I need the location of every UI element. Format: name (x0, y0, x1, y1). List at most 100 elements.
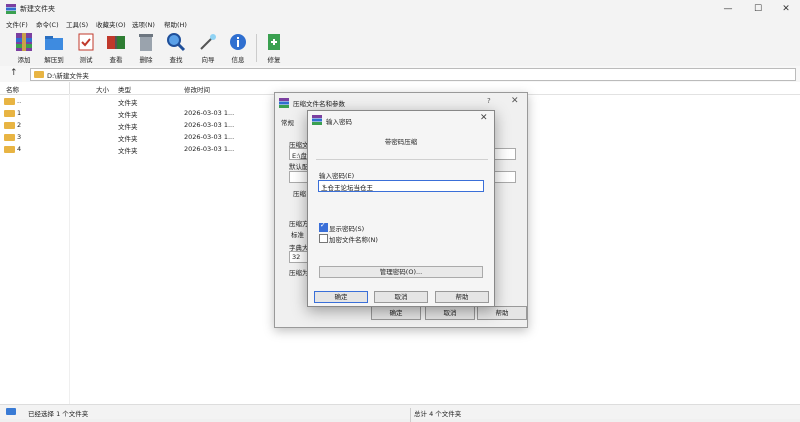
maximize-button[interactable]: ☐ (744, 2, 772, 16)
add-archive-icon (16, 33, 32, 51)
trash-icon (139, 34, 153, 51)
toolbar-wizard-button[interactable]: 向导 (194, 32, 222, 66)
toolbar-delete-button[interactable]: 删除 (132, 32, 160, 66)
toolbar-add-label: 添加 (17, 56, 31, 64)
password-help-button[interactable]: 帮助 (435, 291, 489, 303)
title-bar: 新建文件夹 — ☐ ✕ (0, 0, 800, 18)
table-row[interactable]: 3 文件夹 2026-03-03 1... (0, 132, 240, 143)
help-question-icon[interactable]: ? (487, 97, 491, 105)
encrypt-names-label[interactable]: 加密文件名称(N) (329, 234, 378, 244)
compress-group-label: 压缩 (293, 190, 306, 198)
column-type[interactable]: 类型 (118, 84, 131, 94)
archive-ok-button[interactable]: 确定 (371, 306, 421, 320)
table-row[interactable]: .. 文件夹 (0, 96, 240, 107)
column-name[interactable]: 名称 (6, 84, 19, 94)
chevron-down-icon[interactable]: ⌄ (321, 181, 481, 189)
file-modified: 2026-03-03 1... (184, 145, 235, 153)
toolbar-repair-button[interactable]: 修复 (260, 32, 288, 66)
menu-file[interactable]: 文件(F) (6, 19, 28, 29)
close-window-button[interactable]: ✕ (772, 2, 800, 16)
split-label: 压缩为 (289, 269, 309, 277)
toolbar-view-label: 查看 (109, 56, 123, 64)
folder-icon (4, 98, 15, 105)
toolbar-extract-label: 解压到 (44, 56, 64, 64)
up-arrow-icon[interactable]: ↑ (10, 68, 18, 78)
path-field[interactable]: D:\新建文件夹 (30, 68, 796, 81)
toolbar: 添加 解压到 测试 查看 删除 查找 向导 信息 修复 (0, 30, 800, 67)
winrar-app-icon (312, 115, 322, 125)
toolbar-delete-label: 删除 (139, 56, 153, 64)
magnifier-icon (167, 33, 186, 52)
password-dialog: 输入密码 ✕ 带密码压缩 输入密码(E) 上仓王论坛当仓王 ⌄ 显示密码(S) … (307, 110, 495, 307)
selection-icon (6, 408, 16, 415)
file-name: 2 (17, 121, 22, 129)
password-label: 输入密码(E) (319, 172, 355, 180)
table-row[interactable]: 2 文件夹 2026-03-03 1... (0, 120, 240, 131)
show-password-label[interactable]: 显示密码(S) (329, 223, 364, 233)
file-name: 4 (17, 145, 22, 153)
tab-general[interactable]: 常规 (281, 117, 294, 127)
file-type: 文件夹 (118, 123, 138, 131)
archive-cancel-button[interactable]: 取消 (425, 306, 475, 320)
winrar-app-icon (279, 98, 289, 108)
column-divider (69, 82, 70, 94)
window-title: 新建文件夹 (20, 5, 55, 13)
toolbar-add-button[interactable]: 添加 (10, 32, 38, 66)
minimize-button[interactable]: — (714, 2, 742, 16)
file-modified: 2026-03-03 1... (184, 121, 235, 129)
file-type: 文件夹 (118, 99, 138, 107)
file-name: 1 (17, 109, 22, 117)
address-bar: ↑ D:\新建文件夹 (0, 66, 800, 83)
password-cancel-button[interactable]: 取消 (374, 291, 428, 303)
test-icon (78, 33, 94, 51)
archive-dialog-title: 压缩文件名和参数 (293, 100, 345, 108)
column-size[interactable]: 大小 (96, 84, 109, 94)
table-row[interactable]: 1 文件夹 2026-03-03 1... (0, 108, 240, 119)
toolbar-info-button[interactable]: 信息 (224, 32, 252, 66)
archive-help-button[interactable]: 帮助 (477, 306, 527, 320)
file-modified: 2026-03-03 1... (184, 109, 235, 117)
repair-icon (268, 34, 280, 50)
file-type: 文件夹 (118, 111, 138, 119)
file-modified: 2026-03-03 1... (184, 133, 235, 141)
close-icon[interactable]: ✕ (480, 113, 488, 123)
dictionary-value: 32 (292, 253, 301, 261)
password-dialog-title: 输入密码 (326, 118, 352, 126)
winrar-app-icon (6, 4, 16, 14)
toolbar-test-button[interactable]: 测试 (72, 32, 100, 66)
encrypt-names-checkbox[interactable] (319, 234, 328, 243)
toolbar-extract-button[interactable]: 解压到 (40, 32, 68, 66)
method-value[interactable]: 标准 (291, 229, 304, 239)
password-ok-button[interactable]: 确定 (314, 291, 368, 303)
manage-passwords-button[interactable]: 管理密码(O)... (319, 266, 483, 278)
table-row[interactable]: 4 文件夹 2026-03-03 1... (0, 144, 240, 155)
column-modified[interactable]: 修改时间 (184, 84, 210, 94)
menu-help[interactable]: 帮助(H) (164, 19, 187, 29)
password-input[interactable]: 上仓王论坛当仓王 ⌄ (318, 180, 484, 192)
menu-bar: 文件(F) 命令(C) 工具(S) 收藏夹(O) 选项(N) 帮助(H) (0, 18, 800, 30)
menu-command[interactable]: 命令(C) (36, 19, 59, 29)
extract-folder-icon (45, 36, 63, 50)
toolbar-repair-label: 修复 (267, 56, 281, 64)
toolbar-view-button[interactable]: 查看 (102, 32, 130, 66)
folder-icon (4, 122, 15, 129)
menu-options[interactable]: 选项(N) (132, 19, 155, 29)
toolbar-separator (256, 34, 257, 62)
show-password-checkbox[interactable] (319, 221, 328, 232)
toolbar-find-label: 查找 (169, 56, 183, 64)
close-icon[interactable]: ✕ (511, 96, 519, 106)
toolbar-find-button[interactable]: 查找 (162, 32, 190, 66)
menu-tools[interactable]: 工具(S) (66, 19, 88, 29)
status-separator (410, 408, 411, 422)
status-total: 总计 4 个文件夹 (414, 410, 462, 418)
info-icon (230, 34, 246, 50)
view-book-icon (107, 36, 125, 49)
folder-icon (4, 146, 15, 153)
folder-icon (34, 71, 44, 78)
folder-icon (4, 110, 15, 117)
folder-icon (4, 134, 15, 141)
menu-favorites[interactable]: 收藏夹(O) (96, 19, 126, 29)
toolbar-test-label: 测试 (79, 56, 93, 64)
method-label: 压缩方 (289, 220, 309, 228)
toolbar-info-label: 信息 (231, 56, 245, 64)
